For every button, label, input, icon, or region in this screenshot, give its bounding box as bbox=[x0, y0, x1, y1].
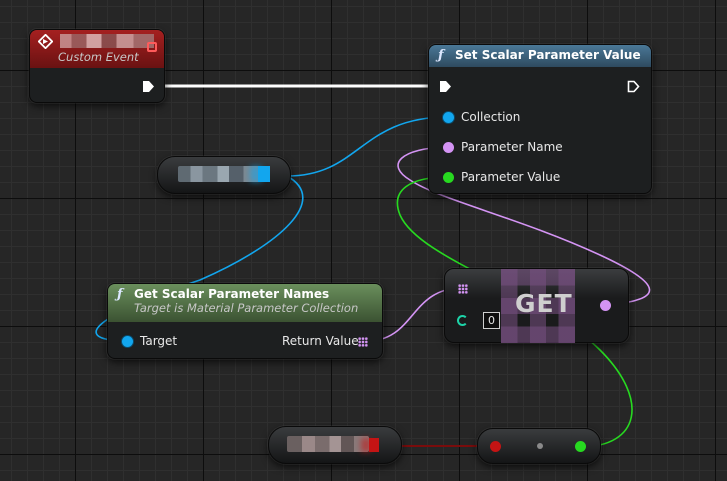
parameter-value-label: Parameter Value bbox=[461, 170, 561, 184]
array-get-label: GET bbox=[515, 289, 573, 318]
set-scalar-header: ƒ Set Scalar Parameter Value bbox=[429, 45, 651, 67]
function-icon: ƒ bbox=[117, 287, 123, 302]
set-scalar-title: Set Scalar Parameter Value bbox=[455, 48, 641, 62]
red-variable-node[interactable] bbox=[268, 426, 402, 464]
parameter-name-pin[interactable] bbox=[443, 142, 454, 153]
parameter-name-label: Parameter Name bbox=[461, 140, 563, 154]
red-variable-out-pin[interactable] bbox=[369, 438, 379, 452]
collection-pin[interactable] bbox=[443, 112, 454, 123]
target-label: Target bbox=[140, 334, 178, 348]
event-delegate-pin[interactable] bbox=[147, 42, 157, 52]
collection-variable-node[interactable] bbox=[157, 156, 291, 194]
wire-collection[interactable] bbox=[286, 116, 449, 177]
target-pin[interactable] bbox=[122, 336, 133, 347]
custom-event-node[interactable]: Custom Event bbox=[29, 29, 165, 103]
event-subtitle: Custom Event bbox=[58, 50, 139, 64]
set-exec-in-pin[interactable] bbox=[439, 80, 452, 93]
conversion-node[interactable] bbox=[477, 428, 601, 464]
collection-variable-out-pin[interactable] bbox=[258, 166, 270, 182]
conversion-center-dot bbox=[537, 443, 543, 449]
custom-event-header: Custom Event bbox=[30, 30, 164, 68]
return-value-label: Return Value bbox=[282, 334, 359, 348]
parameter-value-pin[interactable] bbox=[443, 172, 454, 183]
conversion-input-pin[interactable] bbox=[490, 441, 501, 452]
return-value-array-pin[interactable] bbox=[358, 337, 368, 347]
collection-variable-name-redacted bbox=[178, 166, 260, 182]
conversion-output-pin[interactable] bbox=[575, 441, 586, 452]
event-exec-out-pin[interactable] bbox=[142, 80, 155, 93]
get-names-title: Get Scalar Parameter Names bbox=[134, 287, 330, 301]
index-input-pin[interactable] bbox=[457, 315, 468, 326]
get-names-header: ƒ Get Scalar Parameter Names Target is M… bbox=[108, 284, 382, 322]
red-variable-name-redacted bbox=[287, 436, 369, 452]
set-exec-out-pin[interactable] bbox=[627, 80, 640, 93]
collection-label: Collection bbox=[461, 110, 521, 124]
event-diamond-icon bbox=[38, 34, 53, 49]
get-scalar-parameter-names-node[interactable]: ƒ Get Scalar Parameter Names Target is M… bbox=[107, 283, 383, 359]
event-name-redacted bbox=[60, 34, 154, 48]
array-get-output-pin[interactable] bbox=[600, 300, 611, 311]
index-input-field[interactable]: 0 bbox=[483, 312, 500, 329]
function-icon: ƒ bbox=[438, 48, 444, 63]
get-names-subtitle: Target is Material Parameter Collection bbox=[134, 301, 359, 315]
array-get-node[interactable]: GET 0 bbox=[444, 268, 629, 343]
set-scalar-parameter-node[interactable]: ƒ Set Scalar Parameter Value Collection … bbox=[428, 44, 652, 194]
array-input-pin[interactable] bbox=[458, 284, 468, 294]
